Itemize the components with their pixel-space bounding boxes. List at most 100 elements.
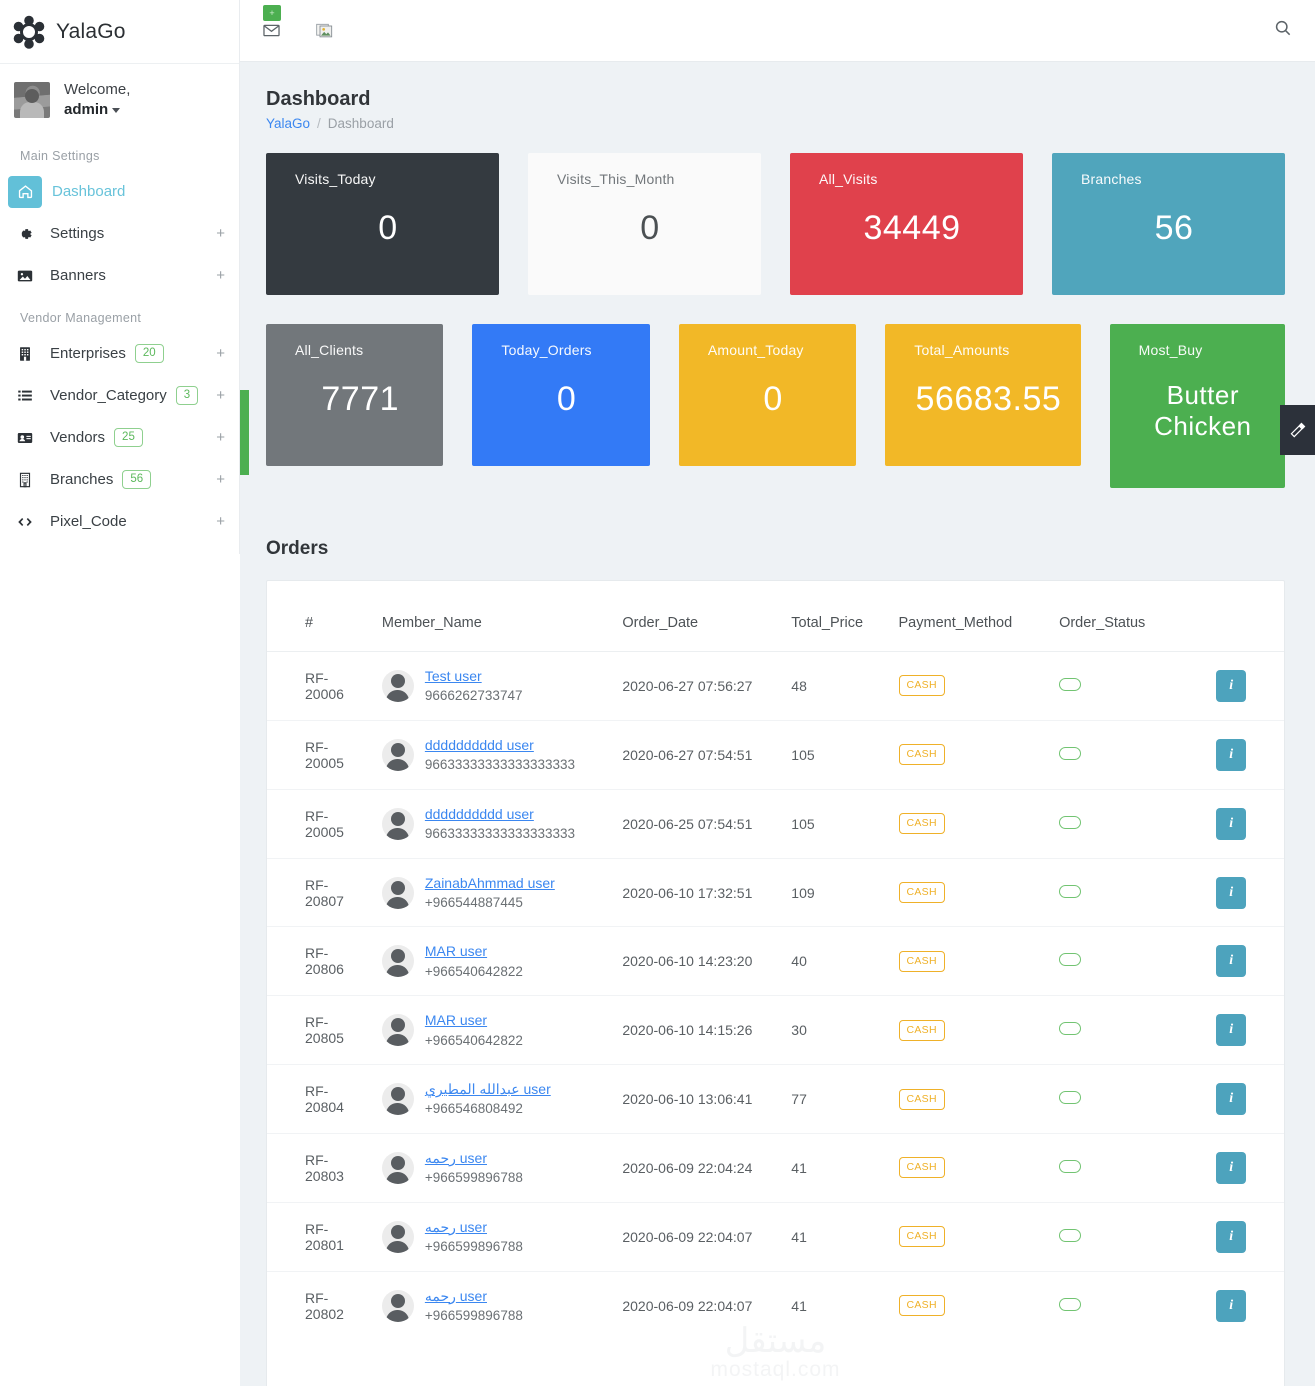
stat-card-most-buy[interactable]: Most_Buy Butter Chicken xyxy=(1109,324,1286,488)
sidebar-item-branches[interactable]: Branches 56 + xyxy=(0,459,239,501)
sidebar-item-dashboard[interactable]: Dashboard xyxy=(0,171,239,213)
column-header-id[interactable]: # xyxy=(267,581,374,652)
column-header-status[interactable]: Order_Status xyxy=(1051,581,1208,652)
sidebar-item-pixel-code[interactable]: Pixel_Code + xyxy=(0,501,239,543)
table-row[interactable]: RF-20006 Test user 9666262733747 2020-06-27… xyxy=(267,651,1284,721)
order-info-button[interactable]: i xyxy=(1216,1014,1247,1047)
member-name-link[interactable]: Test user xyxy=(425,668,482,684)
order-info-button[interactable]: i xyxy=(1216,807,1247,840)
sidebar-item-vendor-category[interactable]: Vendor_Category 3 + xyxy=(0,375,239,417)
stat-card-all-visits[interactable]: All_Visits 34449 xyxy=(790,153,1023,295)
order-info-button[interactable]: i xyxy=(1216,669,1247,702)
expand-plus-icon[interactable]: + xyxy=(212,429,225,446)
messages-button[interactable]: + xyxy=(258,4,284,44)
table-row[interactable]: RF-20805 MAR user +966540642822 2020-06-10 … xyxy=(267,995,1284,1065)
order-info-button[interactable]: i xyxy=(1216,1083,1247,1116)
sidebar-section-title-vendor-management: Vendor Management xyxy=(20,310,142,325)
member-name-link[interactable]: dddddddddd user xyxy=(425,806,534,822)
column-header-date[interactable]: Order_Date xyxy=(614,581,783,652)
caret-down-icon[interactable] xyxy=(112,107,121,113)
theme-settings-toggle[interactable] xyxy=(1280,405,1315,455)
table-row[interactable]: RF-20806 MAR user +966540642822 2020-06-10 … xyxy=(267,926,1284,996)
table-row[interactable]: RF-20801 رحمه user +966599896788 2020-06-09… xyxy=(267,1201,1284,1272)
sidebar-item-banners[interactable]: Banners + xyxy=(0,255,239,297)
stat-card-today-orders[interactable]: Today_Orders 0 xyxy=(472,324,650,466)
column-header-actions xyxy=(1208,581,1284,652)
sidebar-scroll-area[interactable]: YalaGo Welcome, admin Main Settings Dash… xyxy=(0,0,240,554)
member-name-link[interactable]: رحمه user xyxy=(425,1219,487,1235)
cell-order-status xyxy=(1051,995,1209,1065)
sidebar-item-label: Settings xyxy=(50,225,105,242)
member-name-link[interactable]: رحمه user xyxy=(425,1150,487,1166)
table-row[interactable]: RF-20807 ZainabAhmmad user +966544887445 20… xyxy=(267,857,1284,927)
cell-member: عبدالله المطيري user +966546808492 xyxy=(373,1064,615,1134)
cell-actions: i xyxy=(1208,1133,1284,1203)
table-row[interactable]: RF-20803 رحمه user +966599896788 2020-06-09… xyxy=(267,1133,1284,1203)
order-info-button[interactable]: i xyxy=(1216,1220,1247,1253)
member-phone: +966599896788 xyxy=(424,1239,523,1255)
order-info-button[interactable]: i xyxy=(1216,1151,1247,1184)
column-header-price[interactable]: Total_Price xyxy=(783,581,890,652)
user-profile-box[interactable]: Welcome, admin xyxy=(0,64,239,135)
sidebar-item-enterprises[interactable]: Enterprises 20 + xyxy=(0,333,239,375)
stat-card-branches[interactable]: Branches 56 xyxy=(1052,153,1285,295)
member-name-link[interactable]: dddddddddd user xyxy=(425,737,534,753)
member-name-link[interactable]: عبدالله المطيري user xyxy=(425,1081,551,1097)
member-name-link[interactable]: MAR user xyxy=(425,943,487,959)
expand-plus-icon[interactable]: + xyxy=(212,267,225,284)
cell-payment-method: CASH xyxy=(890,995,1052,1065)
cell-order-id: RF-20006 xyxy=(267,651,374,721)
sidebar-item-badge: 56 xyxy=(122,469,152,490)
cell-order-date: 2020-06-27 07:56:27 xyxy=(614,651,784,721)
search-button[interactable] xyxy=(1273,18,1293,43)
breadcrumb-separator: / xyxy=(317,116,321,131)
cell-member: رحمه user +966599896788 xyxy=(373,1270,615,1340)
stat-card-total-amounts[interactable]: Total_Amounts 56683.55 xyxy=(885,324,1081,466)
breadcrumb: YalaGo / Dashboard xyxy=(266,116,1285,131)
brand-header[interactable]: YalaGo xyxy=(0,0,239,64)
table-row[interactable]: RF-20802 رحمه user +966599896788 2020-06-09… xyxy=(267,1270,1284,1340)
stat-card-all-clients[interactable]: All_Clients 7771 xyxy=(266,324,444,466)
sidebar-item-vendors[interactable]: Vendors 25 + xyxy=(0,417,239,459)
order-info-button[interactable]: i xyxy=(1216,945,1247,978)
member-name-link[interactable]: MAR user xyxy=(425,1012,487,1028)
cell-payment-method: CASH xyxy=(890,926,1052,996)
column-header-payment[interactable]: Payment_Method xyxy=(891,581,1052,652)
table-row[interactable]: RF-20005 dddddddddd user 96633333333333333… xyxy=(267,719,1284,790)
hexagon-network-logo-icon xyxy=(12,15,46,49)
status-badge xyxy=(1059,677,1082,691)
order-info-button[interactable]: i xyxy=(1216,738,1247,771)
sidebar-item-badge: 20 xyxy=(134,343,164,364)
cell-total-price: 105 xyxy=(783,719,891,790)
expand-plus-icon[interactable]: + xyxy=(212,513,225,530)
order-info-button[interactable]: i xyxy=(1216,1289,1247,1322)
expand-plus-icon[interactable]: + xyxy=(212,387,225,404)
expand-plus-icon[interactable]: + xyxy=(212,471,225,488)
gallery-button[interactable] xyxy=(312,18,338,44)
expand-plus-icon[interactable]: + xyxy=(212,345,225,362)
column-header-member[interactable]: Member_Name xyxy=(374,581,615,652)
cell-order-date: 2020-06-10 14:15:26 xyxy=(614,995,784,1065)
images-icon xyxy=(316,23,333,37)
stat-card-visits-today[interactable]: Visits_Today 0 xyxy=(266,153,499,295)
sidebar-item-label: Vendor_Category xyxy=(50,387,167,404)
member-name-link[interactable]: ZainabAhmmad user xyxy=(425,875,555,891)
cell-order-id: RF-20802 xyxy=(267,1270,374,1340)
expand-plus-icon[interactable]: + xyxy=(212,225,225,242)
sidebar-item-settings[interactable]: Settings + xyxy=(0,213,239,255)
table-row[interactable]: RF-20804 عبدالله المطيري user +96654680849… xyxy=(267,1064,1284,1134)
stat-card-visits-this-month[interactable]: Visits_This_Month 0 xyxy=(528,153,761,295)
search-icon xyxy=(1275,20,1291,36)
stat-card-amount-today[interactable]: Amount_Today 0 xyxy=(678,324,857,466)
user-name[interactable]: admin xyxy=(64,100,130,120)
member-name-link[interactable]: رحمه user xyxy=(425,1288,487,1304)
breadcrumb-root-link[interactable]: YalaGo xyxy=(266,116,310,131)
member-phone: +966599896788 xyxy=(424,1170,523,1186)
table-row[interactable]: RF-20005 dddddddddd user 96633333333333333… xyxy=(267,788,1284,859)
order-info-button[interactable]: i xyxy=(1216,876,1247,909)
stat-card-value: 56 xyxy=(1154,209,1194,247)
orders-panel: # Member_Name Order_Date Total_Price Pay… xyxy=(266,580,1285,1386)
stat-card-value: 56683.55 xyxy=(915,380,1062,418)
cell-actions: i xyxy=(1208,1270,1284,1340)
cell-member: dddddddddd user 96633333333333333333 xyxy=(373,788,615,859)
